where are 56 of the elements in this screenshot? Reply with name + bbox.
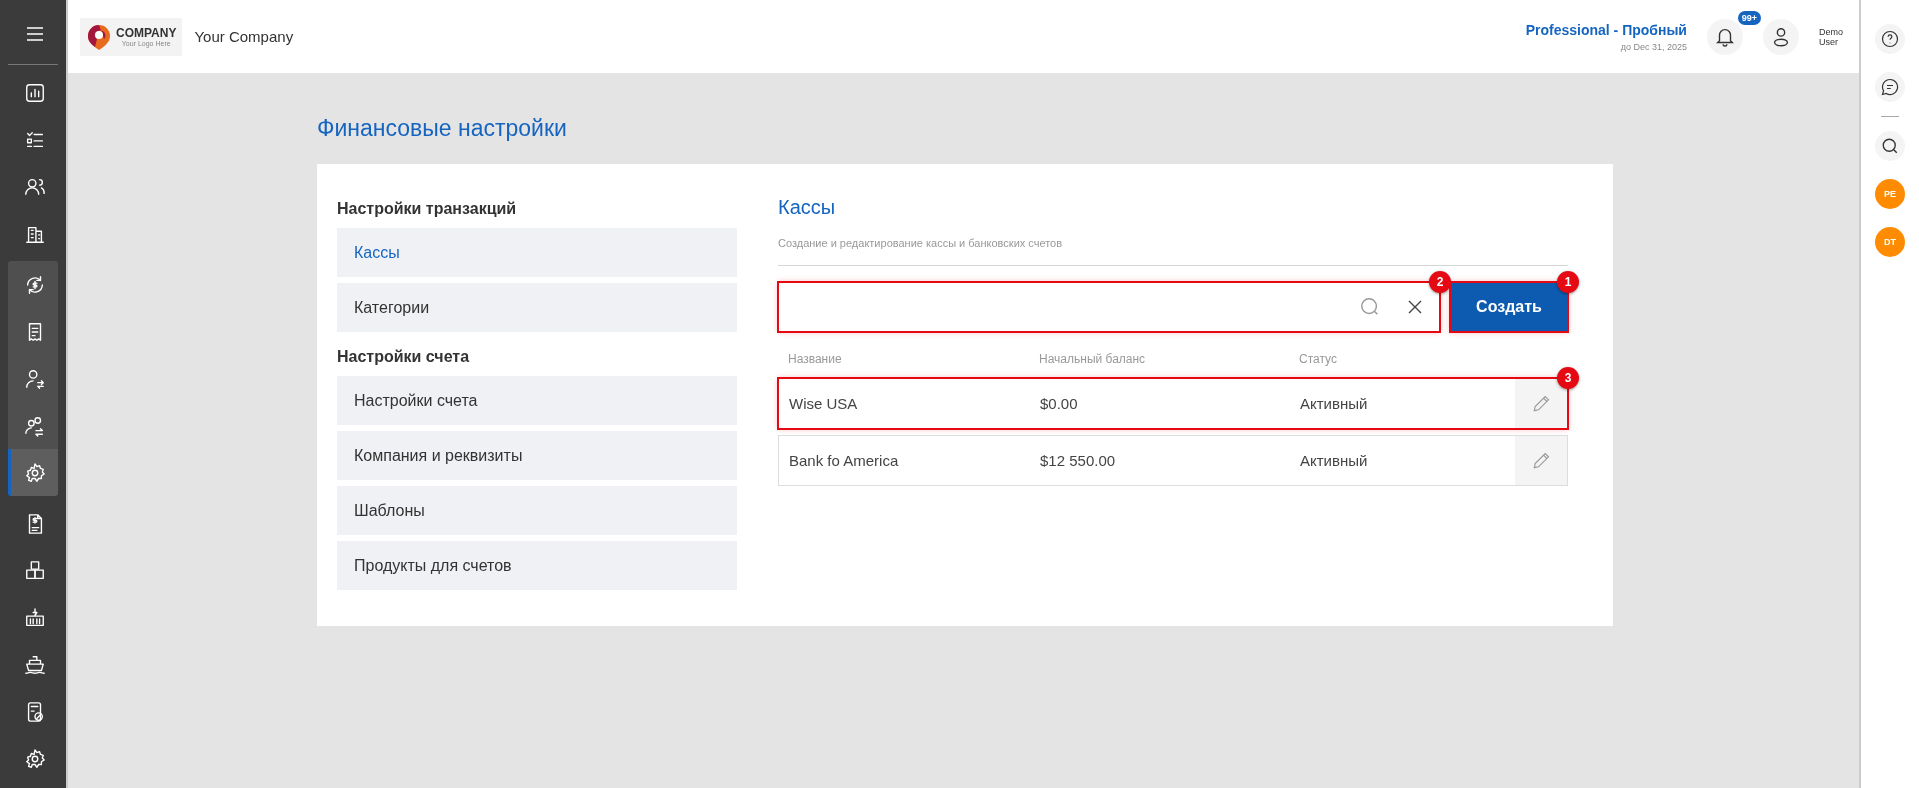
users-transfer-icon [23,414,46,437]
settings-nav-item[interactable]: Шаблоны [337,486,737,535]
user-avatar-button[interactable] [1763,18,1799,55]
section-title: Кассы [778,196,837,219]
table-cell-text: $0.00 [1040,395,1079,412]
column-header: Начальный баланс [1039,352,1147,366]
annotation-badge: 2 [1429,271,1451,293]
menu-icon [24,26,45,42]
help-button[interactable] [1875,24,1905,54]
location-pin-icon [86,22,112,51]
search-icon[interactable] [1359,296,1381,318]
search-icon [1881,137,1899,155]
pencil-icon [1531,393,1551,414]
sidebar-item[interactable] [8,449,58,496]
settings-nav-item[interactable]: Компания и реквизиты [337,431,737,480]
table-cell-text: Wise USA [789,395,859,412]
edit-button[interactable] [1515,379,1567,428]
pencil-icon [1531,450,1551,471]
user-transfer-icon [23,367,46,390]
column-header: Статус [1299,352,1338,366]
plan-expiry: до Dec 31, 2025 [1620,41,1687,52]
sidebar-item[interactable] [8,402,58,449]
settings-nav-item[interactable]: Кассы [337,228,737,277]
chat-icon [1881,78,1899,96]
annotation-badge: 1 [1557,271,1579,293]
ship-icon [23,653,46,676]
nav-group-title: Настройки счета [337,348,471,366]
user-name: User [1819,36,1839,47]
clear-icon[interactable] [1407,299,1423,315]
column-header: Название [788,352,843,366]
search-button[interactable] [1875,131,1905,161]
settings-nav-item[interactable]: Категории [337,283,737,332]
settings-nav-item[interactable]: Настройки счета [337,376,737,425]
table-cell-text: Активный [1300,395,1369,412]
settings-icon [23,747,46,770]
annotation-badge: 3 [1557,367,1579,389]
table-cell-text: Bank fo America [789,452,900,469]
user-name: Demo [1819,26,1843,37]
notifications-button[interactable] [1707,18,1743,55]
table-cell-text: Активный [1300,452,1369,469]
container-crane-icon [23,606,46,629]
chat-button[interactable] [1875,72,1905,102]
logo-name: COMPANY [116,26,177,40]
section-subtitle: Создание и редактирование кассы и банковских счетов [778,237,1064,249]
nav-group-title: Настройки транзакций [337,200,518,218]
boxes-icon [23,559,46,582]
plan-name[interactable]: Professional - Пробный [1525,21,1687,38]
company-name: Your Company [194,28,294,45]
help-icon [1881,30,1899,48]
settings-nav-item[interactable]: Продукты для счетов [337,541,737,590]
table-cell-text: $12 550.00 [1040,452,1117,469]
page-title: Финансовые настройки [317,115,568,142]
table-row[interactable]: Bank fo America $12 550.00 Активный [778,435,1568,486]
sidebar-item[interactable] [8,261,58,308]
dashboard-icon [23,81,46,104]
notification-badge: 99+ [1737,10,1761,25]
